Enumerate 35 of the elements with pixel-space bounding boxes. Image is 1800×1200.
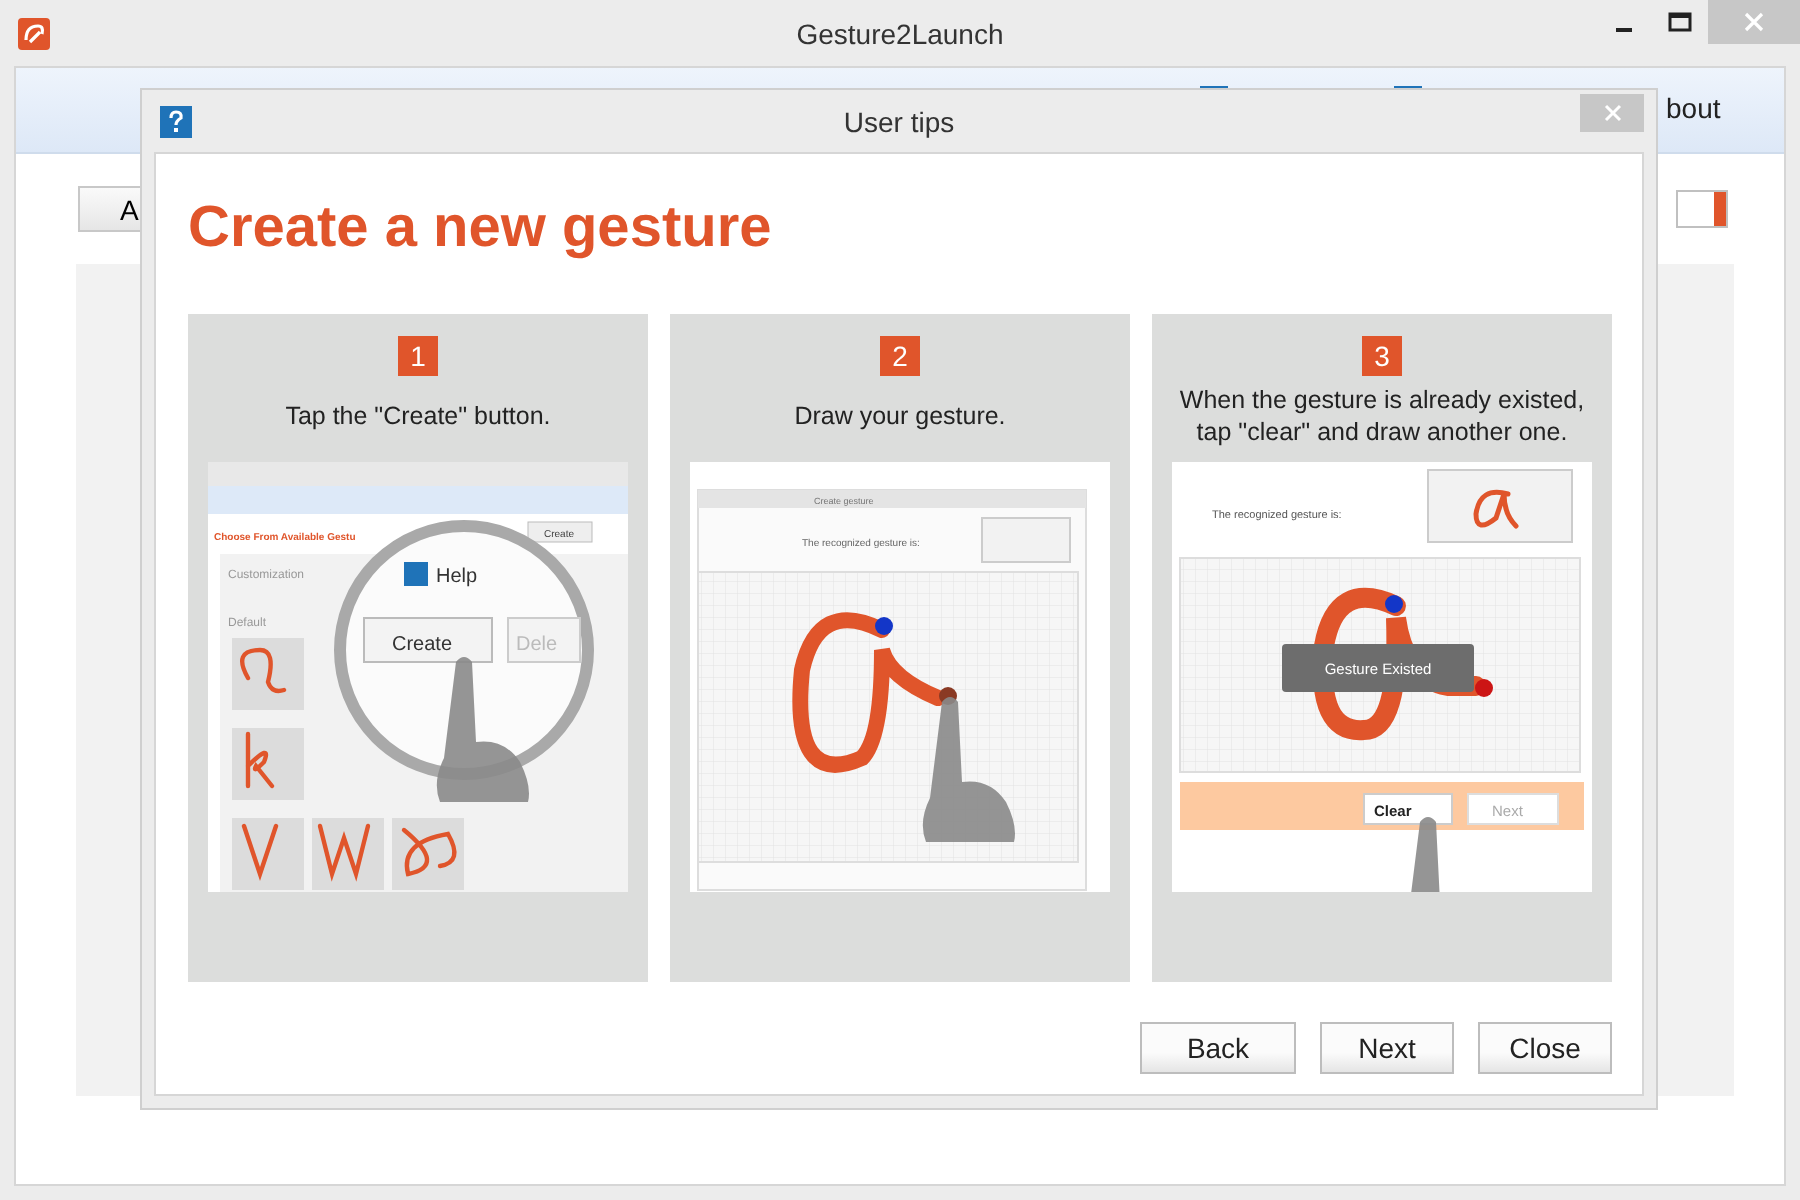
app-logo-icon [18,17,50,49]
gesture-tile [232,638,304,710]
step-number: 1 [398,336,438,376]
gesture-tile [232,818,304,890]
gesture-stroke [1473,489,1519,529]
maximize-icon [1668,12,1692,32]
gesture-tile [392,818,464,890]
screenshot-label: Dele [516,634,558,656]
close-icon [1744,12,1764,32]
dialog-button[interactable]: Close [1478,1022,1612,1074]
toolbar-label[interactable]: bout [1666,92,1721,124]
step-number: 3 [1362,336,1402,376]
start-dot [875,617,893,635]
step-number: 2 [880,336,920,376]
window-title: Gesture2Launch [796,17,1004,49]
toggle-switch[interactable] [1676,190,1728,228]
hand-icon [436,657,529,802]
step-caption: Draw your gesture. [792,400,1008,432]
dialog-title: User tips [843,105,955,137]
end-dot [1475,679,1493,697]
start-dot [1385,595,1403,613]
minimize-icon [1616,28,1632,32]
dialog-button[interactable]: Next [1320,1022,1454,1074]
gesture-tile [232,728,304,800]
hand-icon [922,697,1015,842]
step-caption: Tap the "Create" button. [283,400,553,432]
result-box [981,517,1071,563]
screenshot-label: Create [392,634,453,656]
heading: Create a new gesture [188,194,774,264]
help-icon [160,105,192,137]
dialog-button[interactable]: Back [1140,1022,1296,1074]
gesture-tile [312,818,384,890]
step-caption: When the gesture is already existed, tap "clear" and draw another one. [1177,384,1587,448]
close-icon [1603,104,1621,122]
screenshot-label: Help [436,566,478,588]
